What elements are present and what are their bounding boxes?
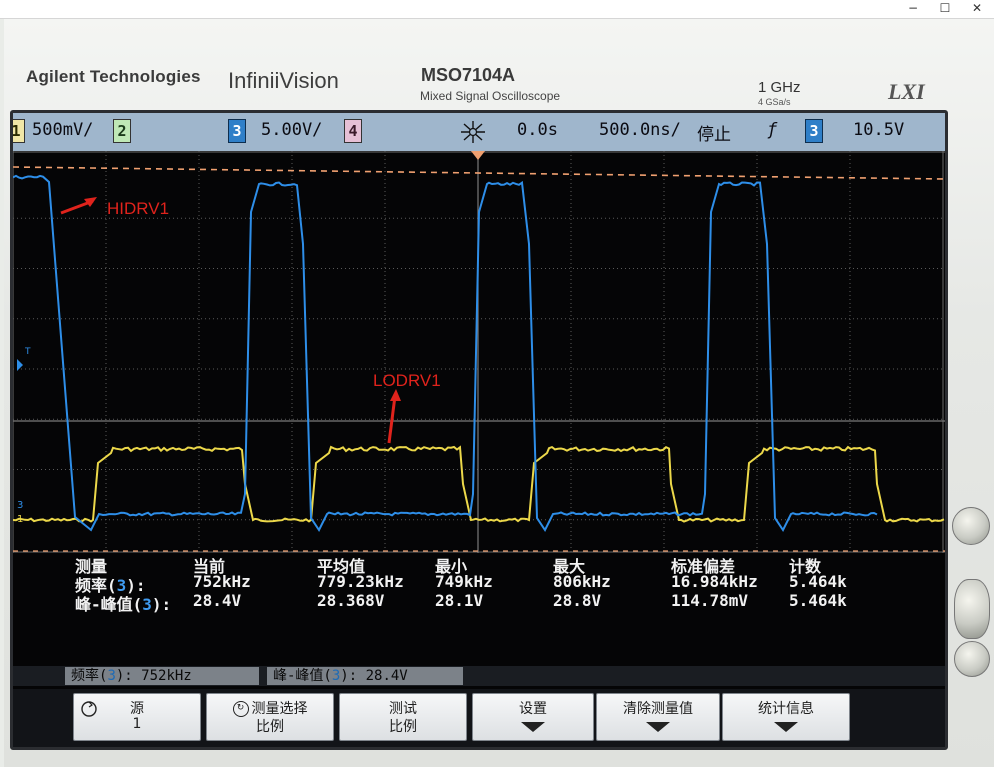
softkey-bar: 源 1 ↻ 测量选择 比例 测试 比例 设置 清除测量值 统计信息: [13, 689, 945, 747]
softkey-settings[interactable]: 设置: [472, 693, 594, 741]
row-pp-max: 28.8V: [553, 591, 602, 610]
brand-company: Agilent Technologies: [26, 67, 201, 86]
measurement-readout-bar: 频率(3): 752kHz 峰-峰值(3): 28.4V: [13, 666, 945, 686]
softkey-measure-select[interactable]: ↻ 测量选择 比例: [206, 693, 334, 741]
row-pp-current: 28.4V: [193, 591, 242, 610]
submenu-arrow-icon: [521, 722, 545, 732]
row-pp-mean: 28.368V: [317, 591, 385, 610]
row-pp-stddev: 114.78mV: [671, 591, 749, 610]
submenu-arrow-icon: [646, 722, 670, 732]
knob-upper[interactable]: [952, 507, 990, 545]
hidrv-arrowhead-icon: [84, 197, 97, 207]
ch3-indicator[interactable]: 3: [228, 119, 246, 143]
row-freq-count: 5.464k: [789, 572, 847, 591]
maximize-button[interactable]: ☐: [929, 0, 961, 18]
hidrv-annotation: HIDRV1: [107, 199, 169, 218]
trigger-arrow-icon: [17, 359, 23, 371]
measurement-statistics-table: 测量 当前 平均值 最小 最大 标准偏差 计数 频率(3): 752kHz 77…: [13, 553, 945, 663]
softkey-clear-measurements[interactable]: 清除测量值: [596, 693, 720, 741]
row-pp-name: 峰-峰值(3):: [75, 595, 172, 614]
brand-series: InfiniiVision: [228, 68, 339, 93]
row-freq-mean: 779.23kHz: [317, 572, 404, 591]
softkey-measure-select-value: 比例: [256, 719, 284, 735]
waveform-display: T 3 1 HIDRV1 LODRV1: [13, 151, 945, 553]
brand-bandwidth: 1 GHz: [758, 79, 801, 96]
knob-lower[interactable]: [954, 641, 990, 677]
ch4-indicator[interactable]: 4: [344, 119, 362, 143]
ch1-scale: 500mV/: [32, 120, 94, 140]
softkey-source-label: 源: [130, 701, 144, 717]
softkey-statistics-label: 统计信息: [758, 701, 814, 717]
run-state[interactable]: 停止: [697, 120, 731, 145]
readout-frequency: 频率(3): 752kHz: [65, 667, 259, 685]
trigger-level: 10.5V: [853, 120, 905, 140]
brand-sample-rate: 4 GSa/s: [758, 97, 791, 107]
softkey-settings-label: 设置: [519, 701, 547, 717]
row-pp-min: 28.1V: [435, 591, 484, 610]
brand-model: MSO7104A: [421, 65, 516, 85]
lodrv-annotation: LODRV1: [373, 371, 441, 390]
acquisition-icon: [461, 121, 485, 143]
ch2-indicator[interactable]: 2: [113, 119, 131, 143]
softkey-measure-select-label: ↻ 测量选择: [207, 698, 333, 718]
minimize-button[interactable]: −: [897, 0, 929, 18]
trigger-slope-icon: ƒ: [767, 120, 778, 140]
softkey-source[interactable]: 源 1: [73, 693, 201, 741]
softkey-clear-label: 清除测量值: [623, 701, 693, 717]
status-bar: 1 500mV/ 2 3 5.00V/ 4 0.0s 500.0ns/ 停止 ƒ…: [13, 113, 945, 151]
ch1-ground-marker: 1: [17, 514, 23, 525]
trigger-marker: T: [24, 347, 31, 357]
row-freq-current: 752kHz: [193, 572, 251, 591]
close-button[interactable]: ✕: [961, 0, 993, 18]
time-scale: 500.0ns/: [599, 120, 681, 140]
softkey-test-label: 测试: [389, 701, 417, 717]
row-pp-count: 5.464k: [789, 591, 847, 610]
trigger-source[interactable]: 3: [805, 119, 823, 143]
row-freq-max: 806kHz: [553, 572, 611, 591]
softkey-test-value: 比例: [389, 719, 417, 735]
trigger-position-marker: [471, 151, 485, 160]
row-freq-stddev: 16.984kHz: [671, 572, 758, 591]
readout-peak-to-peak: 峰-峰值(3): 28.4V: [267, 667, 463, 685]
time-delay: 0.0s: [517, 120, 558, 140]
lxi-logo: LXI: [888, 79, 925, 104]
row-freq-min: 749kHz: [435, 572, 493, 591]
submenu-arrow-icon: [774, 722, 798, 732]
trigger-level-line: [13, 166, 945, 180]
ch3-scale: 5.00V/: [261, 120, 323, 140]
knob-side[interactable]: [954, 579, 990, 639]
softkey-source-value: 1: [132, 716, 142, 732]
ch1-indicator[interactable]: 1: [13, 119, 25, 143]
softkey-statistics[interactable]: 统计信息: [722, 693, 850, 741]
oscilloscope-screen: 1 500mV/ 2 3 5.00V/ 4 0.0s 500.0ns/ 停止 ƒ…: [10, 110, 948, 750]
brand-description: Mixed Signal Oscilloscope: [420, 89, 561, 103]
window-title-bar: − ☐ ✕: [0, 0, 994, 19]
softkey-test[interactable]: 测试 比例: [339, 693, 467, 741]
select-knob-icon: ↻: [232, 701, 249, 717]
lodrv-arrowhead-icon: [390, 389, 401, 401]
ch3-ground-marker: 3: [17, 500, 23, 511]
